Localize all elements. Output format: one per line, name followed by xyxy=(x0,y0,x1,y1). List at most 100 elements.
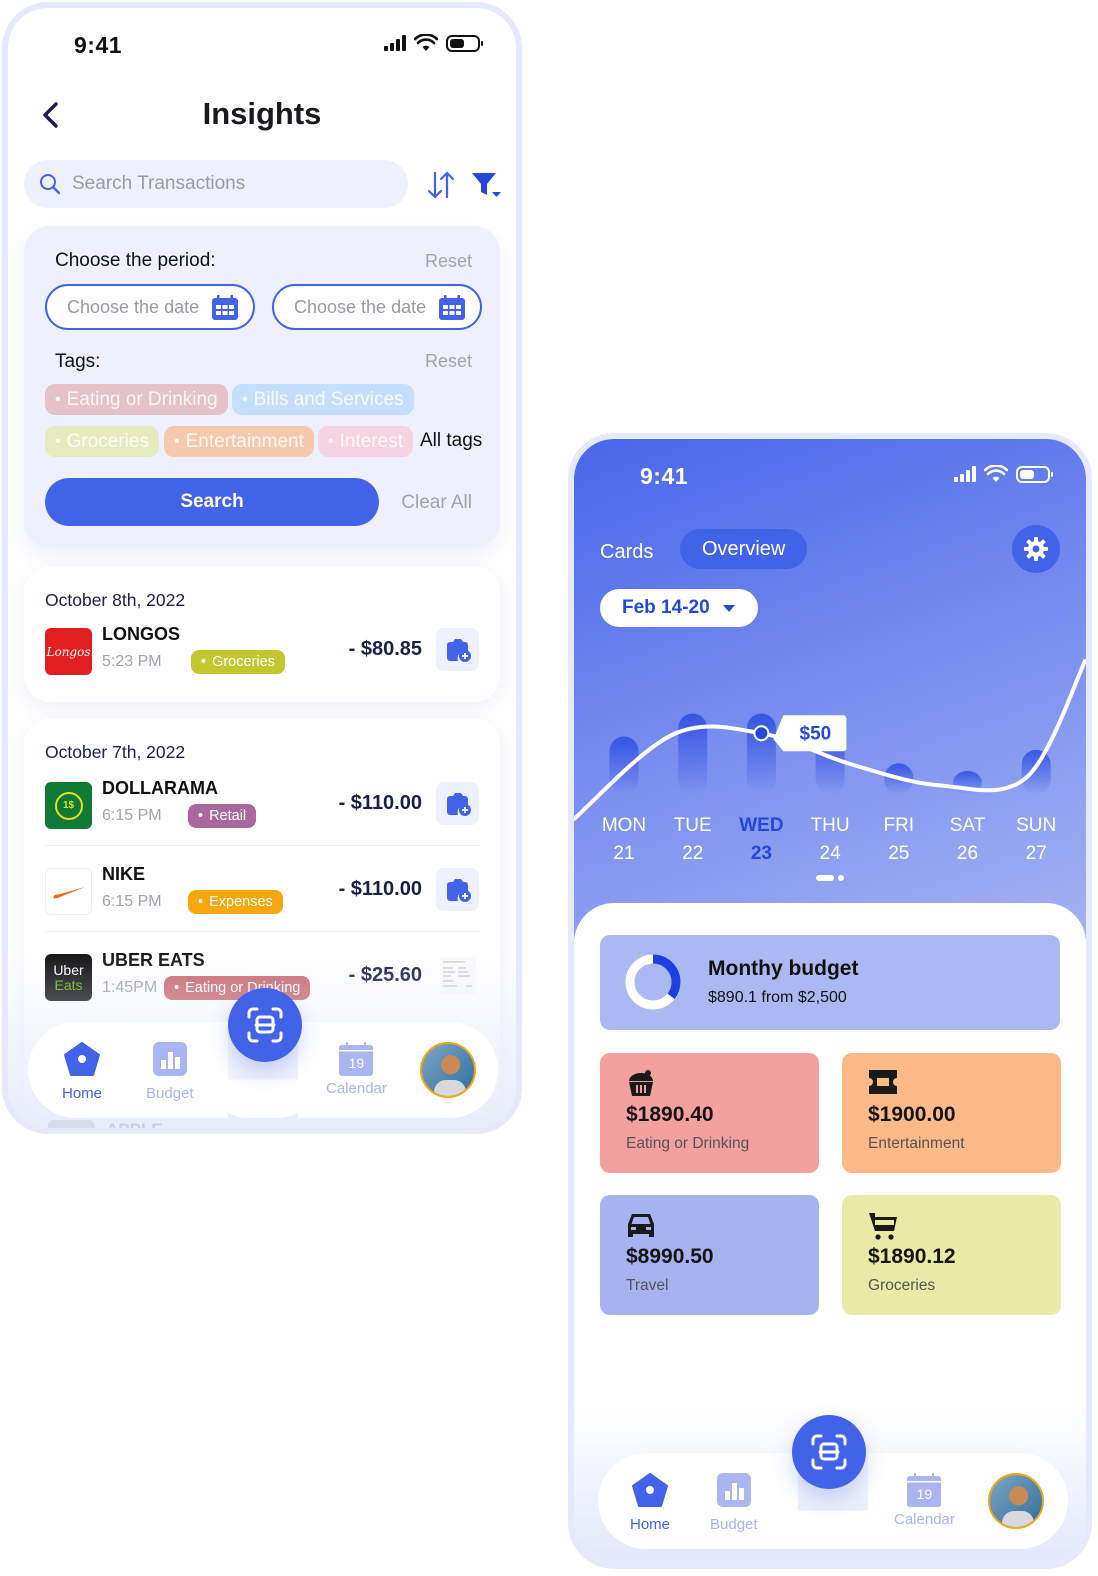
tab-overview[interactable]: Overview xyxy=(680,529,808,569)
avatar[interactable] xyxy=(420,1042,476,1098)
nike-swoosh-icon xyxy=(52,886,85,898)
category-amount: $8990.50 xyxy=(626,1245,714,1268)
category-card-groceries[interactable]: $1890.12 Groceries xyxy=(842,1195,1061,1315)
category-card-travel[interactable]: $8990.50 Travel xyxy=(600,1195,819,1315)
x-tick-day[interactable]: TUE xyxy=(674,815,712,836)
sort-arrows-icon[interactable] xyxy=(426,170,456,200)
merchant-logo-dollarama: 1$ xyxy=(45,782,92,829)
header: Insights xyxy=(8,92,516,142)
search-button[interactable]: Search xyxy=(45,478,379,526)
tag-entertainment[interactable]: Entertainment xyxy=(164,426,314,457)
category-badge: Expenses xyxy=(188,890,283,914)
calendar-icon xyxy=(212,295,238,320)
transaction-row[interactable]: Longos LONGOS 5:23 PM Groceries - $80.85 xyxy=(45,624,479,676)
add-receipt-button[interactable] xyxy=(436,782,479,825)
category-amount: $1890.40 xyxy=(626,1103,714,1126)
nav-left-segment xyxy=(28,1022,228,1118)
x-tick-day[interactable]: MON xyxy=(602,815,646,836)
nav-calendar[interactable]: 19 Calendar xyxy=(326,1042,387,1097)
clear-all-link[interactable]: Clear All xyxy=(401,492,472,514)
tag-groceries[interactable]: Groceries xyxy=(45,426,159,457)
add-receipt-button[interactable] xyxy=(436,628,479,671)
nav-calendar[interactable]: 19 Calendar xyxy=(894,1473,955,1528)
chart-bar-mon[interactable] xyxy=(609,736,639,795)
x-tick-day[interactable]: THU xyxy=(811,815,850,836)
budget-progress-ring xyxy=(625,954,681,1010)
spending-chart[interactable]: $50 MON 21 TUE 22 WED 23 THU 24 FRI 25 SAT 26 SUN 27 xyxy=(574,659,1086,889)
x-tick-date: 27 xyxy=(1026,843,1047,864)
caret-down-icon xyxy=(722,604,735,612)
scan-button[interactable] xyxy=(228,988,302,1062)
search-field[interactable] xyxy=(24,160,408,208)
x-tick-day[interactable]: SAT xyxy=(950,815,986,836)
home-icon xyxy=(64,1042,100,1076)
tag-bills-and-services[interactable]: Bills and Services xyxy=(232,384,414,415)
nav-budget[interactable]: Budget xyxy=(146,1042,194,1102)
transaction-time: 5:23 PM xyxy=(102,653,162,670)
transaction-row[interactable]: 1$ DOLLARAMA 6:15 PM Retail - $110.00 xyxy=(45,778,479,830)
period-reset-link[interactable]: Reset xyxy=(425,251,472,272)
category-label: Eating or Drinking xyxy=(626,1135,750,1152)
merchant-name: NIKE xyxy=(102,864,146,884)
tag-interest[interactable]: Interest xyxy=(318,426,413,457)
transaction-group: October 8th, 2022 Longos LONGOS 5:23 PM … xyxy=(24,566,500,702)
search-row xyxy=(24,160,502,210)
category-badge: Retail xyxy=(188,804,257,828)
category-card-eating[interactable]: $1890.40 Eating or Drinking xyxy=(600,1053,819,1173)
signal-icon xyxy=(384,35,406,51)
x-tick-day[interactable]: FRI xyxy=(883,815,914,836)
scan-button[interactable] xyxy=(792,1415,866,1489)
x-tick-date: 24 xyxy=(820,843,842,864)
page-indicator xyxy=(574,875,1086,881)
camera-plus-icon xyxy=(446,792,471,816)
x-tick-date: 22 xyxy=(682,843,703,864)
divider xyxy=(45,931,479,932)
nav-budget[interactable]: Budget xyxy=(710,1473,758,1533)
insights-screen: 9:41 Insights Choose the period: Reset C… xyxy=(2,2,522,1134)
merchant-logo-longos: Longos xyxy=(45,628,92,675)
status-bar: 9:41 xyxy=(574,461,1086,491)
nav-home[interactable]: Home xyxy=(630,1473,670,1533)
page-dot-active[interactable] xyxy=(816,875,834,881)
date-to-field[interactable]: Choose the date xyxy=(272,284,482,330)
date-from-field[interactable]: Choose the date xyxy=(45,284,255,330)
add-receipt-button[interactable] xyxy=(436,868,479,911)
selected-point[interactable] xyxy=(753,725,770,742)
calendar-day-icon: 19 xyxy=(339,1042,374,1076)
all-tags-link[interactable]: All tags xyxy=(420,430,482,452)
page-title: Insights xyxy=(202,96,322,131)
category-card-entertainment[interactable]: $1900.00 Entertainment xyxy=(842,1053,1061,1173)
category-amount: $1890.12 xyxy=(868,1245,956,1268)
nav-home[interactable]: Home xyxy=(62,1042,102,1102)
search-icon xyxy=(40,174,61,195)
transaction-row[interactable]: NIKE 6:15 PM Expenses - $110.00 xyxy=(45,864,479,916)
transaction-amount: - $110.00 xyxy=(338,792,422,814)
x-tick-date: 23 xyxy=(751,843,772,864)
monthly-budget-card[interactable]: Monthy budget $890.1 from $2,500 xyxy=(600,935,1060,1030)
x-tick-day[interactable]: WED xyxy=(739,815,783,836)
page-dot[interactable] xyxy=(838,875,844,881)
camera-plus-icon xyxy=(446,878,471,902)
category-badge: Groceries xyxy=(191,650,285,674)
merchant-name: LONGOS xyxy=(102,624,181,644)
period-dropdown[interactable]: Feb 14-20 xyxy=(600,589,758,627)
search-input[interactable] xyxy=(72,173,372,195)
cupcake-icon xyxy=(629,1070,653,1096)
budget-title: Monthy budget xyxy=(708,957,859,980)
filter-icon[interactable] xyxy=(470,170,502,200)
settings-button[interactable] xyxy=(1012,525,1060,573)
tab-cards[interactable]: Cards xyxy=(600,541,653,564)
calendar-day-icon: 19 xyxy=(907,1473,942,1507)
budget-subtitle: $890.1 from $2,500 xyxy=(708,989,847,1006)
x-tick-day[interactable]: SUN xyxy=(1016,815,1056,836)
transaction-amount: - $110.00 xyxy=(338,878,422,900)
group-date: October 8th, 2022 xyxy=(45,590,186,610)
chart-bar-sun[interactable] xyxy=(1021,749,1051,794)
scan-icon xyxy=(247,1007,283,1043)
tag-eating-or-drinking[interactable]: Eating or Drinking xyxy=(45,384,228,415)
avatar[interactable] xyxy=(988,1473,1044,1529)
merchant-name: APPLE xyxy=(106,1120,163,1134)
date-to-placeholder: Choose the date xyxy=(294,296,427,317)
tags-label: Tags: xyxy=(55,351,101,372)
tags-reset-link[interactable]: Reset xyxy=(425,351,472,372)
